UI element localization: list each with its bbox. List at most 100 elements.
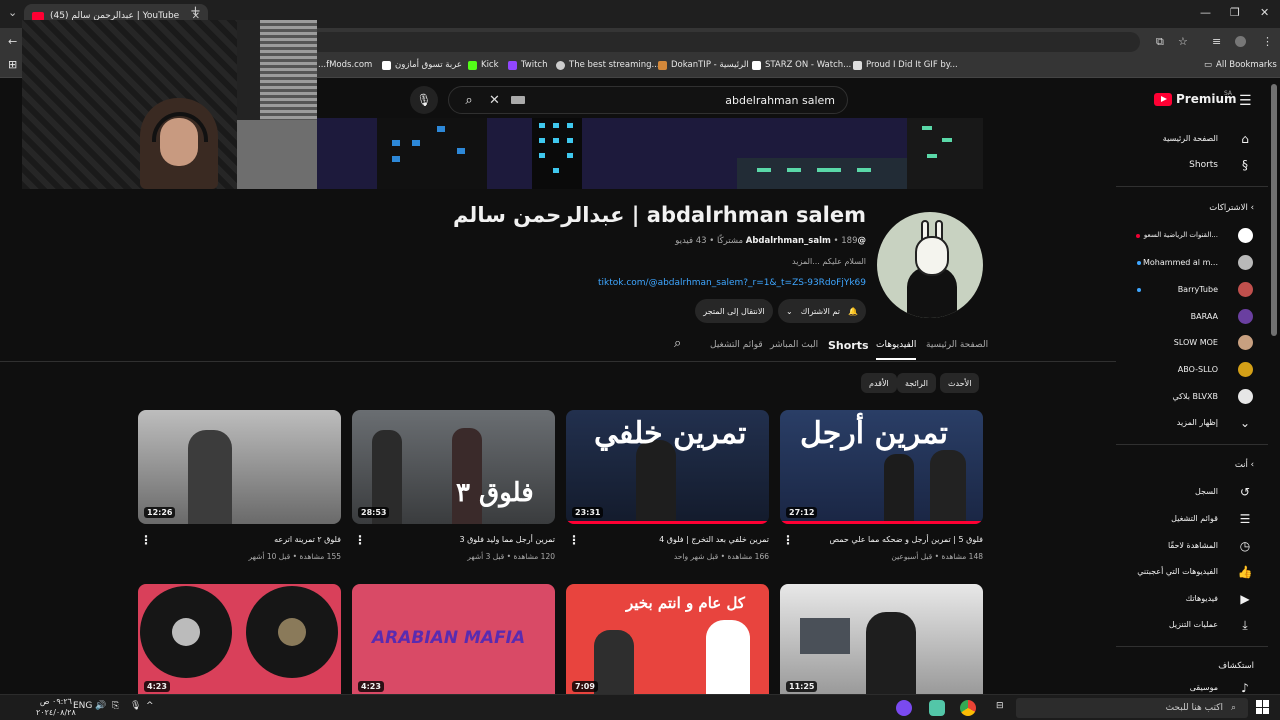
history-icon[interactable]: ↺ — [1237, 484, 1253, 500]
task-view-icon[interactable]: ⊟ — [996, 701, 1004, 711]
app-taskbar-icon[interactable] — [896, 700, 912, 716]
windows-start-icon[interactable] — [1256, 700, 1270, 714]
chip-popular[interactable]: الرائجة — [897, 373, 936, 393]
sidebar-sub-item[interactable]: بلاكي BLVXB — [1172, 392, 1218, 401]
video-thumbnail[interactable]: ARABIAN MAFIA 4:23 — [352, 584, 555, 694]
restore-button[interactable]: ❐ — [1230, 6, 1240, 19]
subscriptions-header[interactable]: الاشتراكات ‹ — [1209, 203, 1254, 213]
sidebar-item-shorts[interactable]: Shorts — [1189, 160, 1218, 170]
search-box[interactable]: ⌕ ✕ — [448, 86, 848, 114]
sidebar-item-watch-later[interactable]: المشاهدة لاحقًا — [1168, 541, 1218, 550]
sidebar-item-music[interactable]: موسيقى — [1190, 683, 1218, 692]
channel-search-icon[interactable]: ⌕ — [674, 336, 681, 351]
sidebar-item-downloads[interactable]: عمليات التنزيل — [1169, 620, 1218, 629]
sidebar-sub-item[interactable]: BarryTube — [1178, 285, 1218, 294]
taskbar-clock[interactable]: ٠٩:٢٦ ص ٢٠٢٤/٠٨/٢٨ — [36, 696, 76, 718]
tab-live[interactable]: البث المباشر — [770, 340, 818, 350]
video-options-icon[interactable]: ⋮ — [782, 533, 794, 547]
sidebar-sub-item[interactable]: ABO-SLLO — [1178, 365, 1218, 374]
bookmark-item[interactable]: Proud I Did It GIF by... — [853, 60, 958, 70]
home-icon[interactable]: ⌂ — [1237, 131, 1253, 147]
video-thumbnail[interactable]: 4:23 — [138, 584, 341, 694]
bookmark-item[interactable]: عربة تسوق أمازون — [382, 60, 462, 70]
download-icon[interactable]: ⤓ — [1237, 617, 1253, 633]
bookmark-item[interactable]: STARZ ON - Watch... — [752, 60, 851, 70]
subscribed-button[interactable]: ⌄ تم الاشتراك 🔔 — [778, 299, 866, 323]
apps-grid-icon[interactable]: ⊞ — [8, 58, 17, 71]
tray-chevron-icon[interactable]: ^ — [146, 701, 154, 711]
video-title[interactable]: فلوق ٢ تمرينة اترعه — [274, 535, 341, 544]
like-icon[interactable]: 👍 — [1237, 564, 1253, 580]
taskbar-search[interactable]: اكتب هنا للبحث ⌕ — [1016, 698, 1248, 718]
video-title[interactable]: تمرين أرجل مما وليد فلوق 3 — [459, 535, 555, 544]
menu-kebab-icon[interactable]: ⋮ — [1262, 35, 1273, 48]
video-title[interactable]: تمرين خلفي بعد التخرج | فلوق 4 — [659, 535, 769, 544]
bookmark-item[interactable]: ...fMods.com — [318, 60, 372, 70]
watch-later-icon[interactable]: ◷ — [1237, 538, 1253, 554]
language-indicator[interactable]: ENG — [73, 701, 92, 711]
sidebar-sub-item[interactable]: BARAA — [1191, 312, 1218, 321]
video-options-icon[interactable]: ⋮ — [140, 533, 152, 547]
bookmark-item[interactable]: The best streaming... — [556, 60, 660, 70]
tab-shorts[interactable]: Shorts — [828, 339, 869, 352]
shorts-icon[interactable]: § — [1237, 157, 1253, 173]
bookmark-item[interactable]: Twitch — [508, 60, 548, 70]
chip-oldest[interactable]: الأقدم — [861, 373, 897, 393]
volume-icon[interactable]: 🔊 — [95, 701, 106, 711]
bookmark-star-icon[interactable]: ☆ — [1178, 35, 1188, 48]
app-taskbar-icon[interactable] — [929, 700, 945, 716]
video-options-icon[interactable]: ⋮ — [568, 533, 580, 547]
video-thumbnail[interactable]: فلوق ٣ 28:53 — [352, 410, 555, 524]
chrome-taskbar-icon[interactable] — [960, 700, 976, 716]
search-input[interactable] — [529, 93, 847, 107]
sidebar-item-liked[interactable]: الفيديوهات التي أعجبتني — [1137, 567, 1218, 576]
tab-videos[interactable]: الفيديوهات — [876, 340, 917, 360]
chip-latest[interactable]: الأحدث — [940, 373, 980, 393]
join-store-button[interactable]: الانتقال إلى المتجر — [695, 299, 773, 323]
hamburger-menu-icon[interactable]: ☰ — [1239, 93, 1252, 109]
profile-avatar[interactable] — [1235, 36, 1246, 47]
video-thumbnail[interactable]: كل عام و انتم بخير 7:09 — [566, 584, 769, 694]
keyboard-icon[interactable] — [511, 96, 525, 104]
network-icon[interactable]: ⎘ — [112, 701, 119, 711]
bookmark-item[interactable]: Kick — [468, 60, 499, 70]
sidebar-sub-item[interactable]: القنوات الرياضية السعو... — [1144, 231, 1218, 239]
sidebar-item-history[interactable]: السجل — [1195, 487, 1218, 496]
tab-home[interactable]: الصفحة الرئيسية — [926, 340, 988, 350]
sidebar-sub-item[interactable]: Mohammed al m... — [1143, 258, 1218, 267]
sidebar-sub-item[interactable]: SLOW MOE — [1174, 338, 1218, 347]
close-window-button[interactable]: ✕ — [1260, 6, 1269, 19]
sidebar-item-your-videos[interactable]: فيديوهاتك — [1186, 594, 1218, 603]
media-controls-icon[interactable]: ≡ — [1212, 35, 1221, 48]
sidebar-item-home[interactable]: الصفحة الرئيسية — [1163, 134, 1218, 143]
show-more-button[interactable]: إظهار المزيد — [1177, 418, 1218, 427]
tab-search-icon[interactable]: ⌄ — [8, 6, 17, 19]
video-thumbnail[interactable]: تمرين أرجل 27:12 — [780, 410, 983, 524]
install-app-icon[interactable]: ⧉ — [1156, 35, 1164, 49]
sidebar-item-playlists[interactable]: قوائم التشغيل — [1171, 514, 1218, 523]
channel-link[interactable]: tiktok.com/@abdalrhman_salem?_r=1&_t=ZS-… — [598, 278, 866, 288]
video-thumbnail[interactable]: تمرين خلفي 23:31 — [566, 410, 769, 524]
minimize-button[interactable]: — — [1200, 6, 1211, 19]
address-bar[interactable] — [310, 32, 1140, 52]
video-thumbnail[interactable]: 11:25 — [780, 584, 983, 694]
voice-search-button[interactable]: 🎙 — [410, 86, 438, 114]
new-tab-button[interactable]: + — [190, 4, 201, 19]
your-videos-icon[interactable]: ▶ — [1237, 591, 1253, 607]
you-header[interactable]: أنت ‹ — [1235, 460, 1254, 470]
video-thumbnail[interactable]: 12:26 — [138, 410, 341, 524]
chevron-down-icon[interactable]: ⌄ — [1237, 415, 1253, 431]
video-title[interactable]: فلوق 5 | تمرين أرجل و ضحكه مما علي حمص — [830, 535, 984, 544]
back-arrow-icon[interactable]: ← — [8, 35, 17, 48]
bookmark-item[interactable]: DokanTIP - الرئيسية — [658, 60, 749, 70]
channel-avatar[interactable] — [877, 212, 983, 318]
video-options-icon[interactable]: ⋮ — [354, 533, 366, 547]
playlists-icon[interactable]: ☰ — [1237, 511, 1253, 527]
tab-playlists[interactable]: قوائم التشغيل — [710, 340, 763, 350]
clear-search-icon[interactable]: ✕ — [489, 93, 507, 108]
mic-tray-icon[interactable]: 🎙 — [130, 701, 141, 711]
all-bookmarks-button[interactable]: ▭ All Bookmarks — [1204, 60, 1277, 70]
search-icon[interactable]: ⌕ — [449, 93, 489, 108]
sidebar-scrollbar[interactable] — [1271, 84, 1277, 336]
channel-description[interactable]: السلام عليكم ...المزيد — [792, 257, 866, 266]
